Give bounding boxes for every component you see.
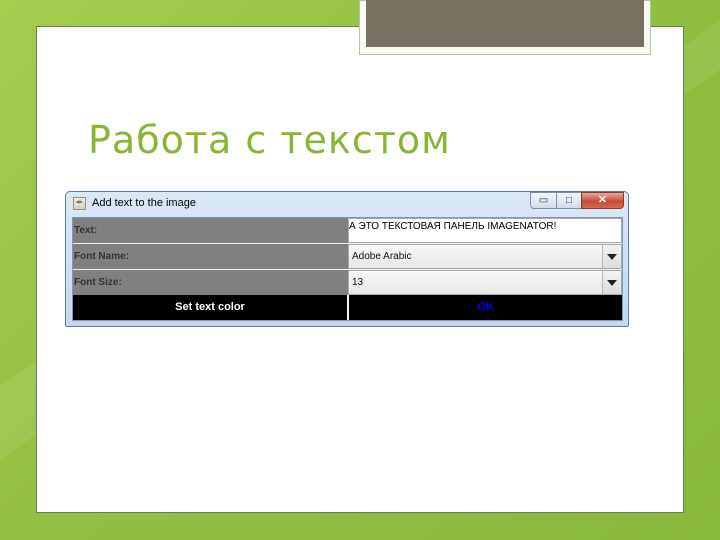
set-text-color-button[interactable]: Set text color bbox=[73, 295, 347, 320]
font-size-label: Font Size: bbox=[73, 270, 348, 295]
triangle-down-icon bbox=[607, 280, 617, 286]
text-input[interactable]: А ЭТО ТЕКСТОВАЯ ПАНЕЛЬ IMAGENATOR! bbox=[348, 218, 622, 243]
font-size-dropdown-button[interactable] bbox=[602, 271, 621, 294]
text-label: Text: bbox=[73, 218, 348, 243]
slide-tab bbox=[366, 0, 644, 47]
maximize-button[interactable]: □ bbox=[556, 192, 582, 209]
action-row: Set text color OK bbox=[73, 295, 622, 320]
java-coffee-icon: ☕ bbox=[73, 197, 86, 210]
font-size-value: 13 bbox=[352, 277, 364, 288]
app-window: ☕ Add text to the image ▭ □ ✕ Text: А ЭТ… bbox=[65, 191, 629, 327]
window-client-area: Text: А ЭТО ТЕКСТОВАЯ ПАНЕЛЬ IMAGENATOR!… bbox=[72, 217, 623, 321]
font-name-label: Font Name: bbox=[73, 244, 348, 269]
close-button[interactable]: ✕ bbox=[581, 192, 624, 209]
font-name-row: Font Name: Adobe Arabic bbox=[73, 244, 622, 269]
window-title: Add text to the image bbox=[92, 197, 196, 209]
slide-title: Работа с текстом bbox=[88, 118, 451, 162]
text-row: Text: А ЭТО ТЕКСТОВАЯ ПАНЕЛЬ IMAGENATOR! bbox=[73, 218, 622, 243]
window-titlebar[interactable]: ☕ Add text to the image ▭ □ ✕ bbox=[66, 192, 628, 216]
font-name-dropdown-button[interactable] bbox=[602, 245, 621, 268]
font-name-select[interactable]: Adobe Arabic bbox=[348, 244, 622, 269]
minimize-button[interactable]: ▭ bbox=[530, 192, 557, 209]
triangle-down-icon bbox=[607, 254, 617, 260]
font-size-select[interactable]: 13 bbox=[348, 270, 622, 295]
ok-button[interactable]: OK bbox=[349, 295, 622, 320]
font-size-row: Font Size: 13 bbox=[73, 270, 622, 295]
font-name-value: Adobe Arabic bbox=[352, 251, 412, 262]
